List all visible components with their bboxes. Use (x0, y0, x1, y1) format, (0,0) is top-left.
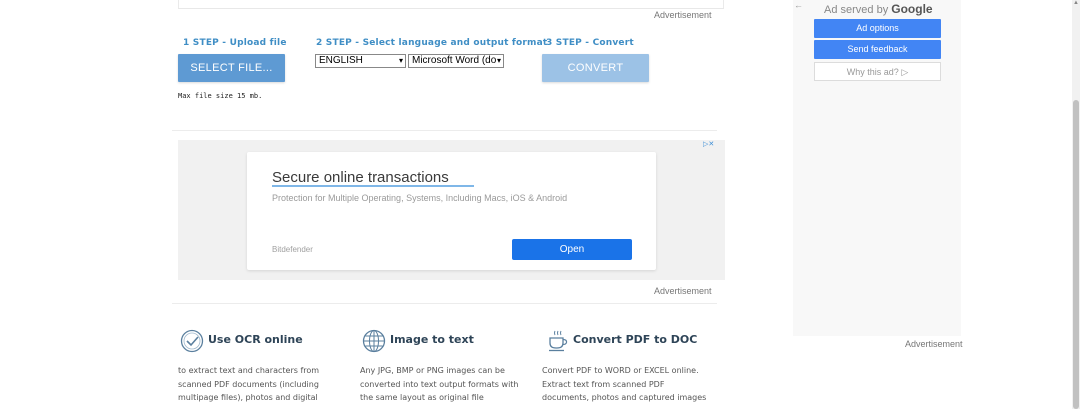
convert-button[interactable]: CONVERT (542, 54, 649, 82)
feature-line: the same layout as original file (360, 393, 484, 402)
served-by-prefix: Ad served by (824, 4, 889, 16)
feature-title-image-to-text[interactable]: Image to text (390, 333, 474, 346)
ad-options-button[interactable]: Ad options (814, 19, 941, 38)
why-this-ad-label: Why this ad? (846, 67, 899, 77)
back-arrow-icon[interactable]: ← (794, 0, 803, 10)
top-frame-bottom (178, 8, 724, 9)
step3-label: 3 STEP - Convert (546, 38, 634, 48)
chevron-down-icon: ▾ (398, 56, 403, 65)
adchoices-icon[interactable]: ▷✕ (703, 141, 724, 149)
language-select-value: ENGLISH (319, 55, 363, 66)
feature-line: documents, photos and captured images (542, 393, 707, 402)
ad-title-underline (272, 185, 474, 187)
feature-line: Any JPG, BMP or PNG images can be (360, 366, 505, 375)
step1-label: 1 STEP - Upload file (183, 38, 287, 48)
ad-title[interactable]: Secure online transactions (272, 169, 449, 186)
ad-open-button[interactable]: Open (512, 239, 632, 260)
divider (172, 303, 717, 304)
feature-title-ocr[interactable]: Use OCR online (208, 333, 303, 346)
feature-text-ocr: to extract text and characters from scan… (178, 364, 348, 405)
feature-line: multipage files), photos and digital (178, 393, 318, 402)
ad-brand: Bitdefender (272, 245, 313, 254)
feature-line: converted into text output formats with (360, 379, 519, 389)
divider (172, 130, 717, 131)
google-logo: Google (891, 2, 933, 16)
globe-icon (362, 329, 386, 353)
top-frame-right (723, 0, 724, 8)
feature-title-pdf-to-doc[interactable]: Convert PDF to DOC (573, 333, 697, 346)
scrollbar-thumb[interactable] (1073, 100, 1079, 409)
send-feedback-button[interactable]: Send feedback (814, 40, 941, 59)
top-frame-left (178, 0, 179, 8)
why-this-ad-button[interactable]: Why this ad? ▷ (814, 62, 941, 81)
feature-line: to extract text and characters from (178, 366, 320, 375)
language-select[interactable]: ENGLISH ▾ (315, 54, 406, 68)
checkmark-circle-icon (180, 329, 204, 353)
ad-description: Protection for Multiple Operating, Syste… (272, 193, 568, 203)
chevron-down-icon: ▾ (496, 56, 501, 65)
feature-text-pdf-to-doc: Convert PDF to WORD or EXCEL online. Ext… (542, 364, 720, 405)
play-info-icon: ▷ (901, 67, 909, 77)
advertisement-label-top: Advertisement (654, 10, 712, 20)
feature-line: Convert PDF to WORD or EXCEL online. (542, 366, 699, 375)
max-file-note: Max file size 15 mb. (178, 92, 263, 100)
advertisement-label-ad: Advertisement (654, 286, 712, 296)
format-select-value: Microsoft Word (do (412, 55, 497, 66)
format-select[interactable]: Microsoft Word (do ▾ (408, 54, 504, 68)
step2-label: 2 STEP - Select language and output form… (316, 38, 548, 48)
feature-line: Extract text from scanned PDF (542, 379, 665, 389)
feature-text-image-to-text: Any JPG, BMP or PNG images can be conver… (360, 364, 535, 405)
feature-line: scanned PDF documents (including (178, 379, 319, 389)
scroll-up-icon[interactable]: ▲ (1072, 0, 1080, 10)
select-file-button[interactable]: SELECT FILE... (178, 54, 285, 82)
ad-served-by: Ad served by Google (824, 2, 933, 16)
advertisement-label-side: Advertisement (905, 339, 963, 349)
coffee-cup-icon (549, 330, 568, 352)
